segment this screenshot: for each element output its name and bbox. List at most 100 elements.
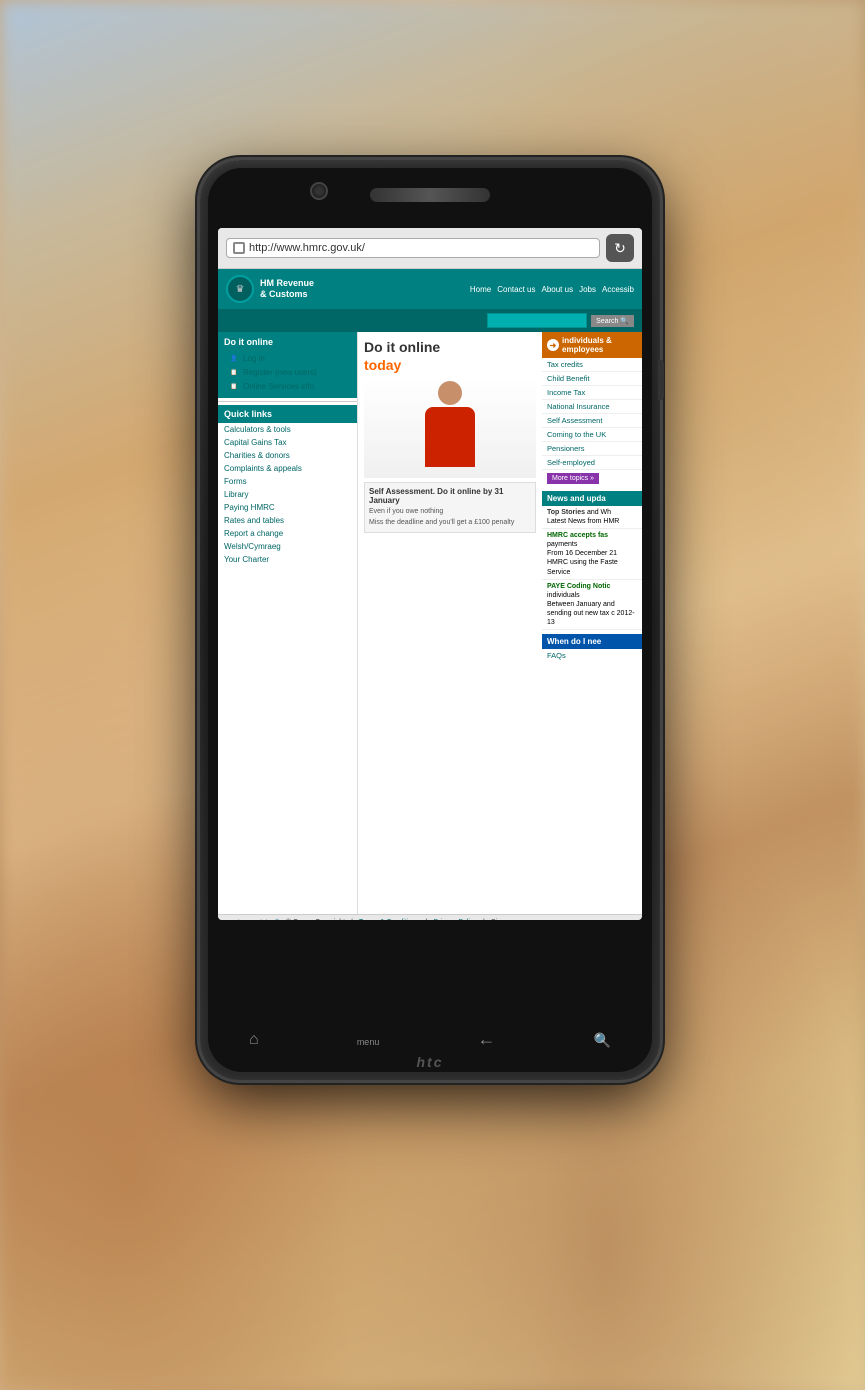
search-bar: Search 🔍 [218,309,642,332]
person-body [425,407,475,467]
htc-logo: htc [417,1054,444,1070]
sa-warning: Miss the deadline and you'll get a £100 … [369,518,531,527]
list-item[interactable]: Complaints & appeals [218,462,357,475]
online-services-link[interactable]: 📋 Online Services info [228,381,347,391]
search-icon: 🔍 [594,1032,611,1048]
search-input[interactable] [487,313,587,328]
search-button[interactable]: Search 🔍 [591,315,634,327]
list-item[interactable]: Calculators & tools [218,423,357,436]
home-button[interactable]: ⌂ [249,1031,259,1049]
hero-image [364,378,536,478]
main-content: Do it online 👤 Log in [218,332,642,914]
logo-text: HM Revenue & Customs [260,278,314,300]
sa-title: Self Assessment. Do it online by 31 Janu… [369,487,531,505]
left-sidebar: Do it online 👤 Log in [218,332,358,914]
site-footer: Business Link 🔗 © Crown Copyright | Term… [218,914,642,920]
list-item[interactable]: Report a change [218,527,357,540]
list-item[interactable]: Welsh/Cymraeg [218,540,357,553]
list-item[interactable]: Pensioners [542,442,642,456]
nav-accessibility[interactable]: Accessib [602,285,634,294]
online-links-list: 👤 Log in 📋 Register (new users) [224,351,351,393]
logo-area: ♛ HM Revenue & Customs [226,275,314,303]
hero-today: today [364,357,401,373]
faqs-link[interactable]: FAQs [542,649,642,662]
footer-copyright: © Crown Copyright [286,919,345,920]
browser-bar: http://www.hmrc.gov.uk/ ↻ [218,228,642,269]
list-item[interactable]: Your Charter [218,553,357,566]
sa-text: Even if you owe nothing [369,507,531,516]
back-button[interactable]: ← [477,1029,495,1050]
person-head [438,381,462,405]
footer-terms[interactable]: Terms & Conditions [359,919,420,920]
list-item[interactable]: Tax credits [542,358,642,372]
list-item: 📋 Register (new users) [224,365,351,379]
home-icon: ⌂ [249,1031,259,1048]
quick-links-title: Quick links [218,405,357,423]
site-header: ♛ HM Revenue & Customs Home Contact us A… [218,269,642,309]
list-item[interactable]: National Insurance [542,400,642,414]
register-icon: 📋 [228,367,240,377]
list-item[interactable]: Self Assessment [542,414,642,428]
footer-separator3: | [483,919,485,920]
list-item: 👤 Log in [224,351,351,365]
back-icon: ← [477,1029,495,1049]
more-topics-button[interactable]: More topics » [547,473,599,484]
website-content: ♛ HM Revenue & Customs Home Contact us A… [218,269,642,920]
individuals-header: ➜ individuals & employees [542,332,642,358]
login-link[interactable]: 👤 Log in [228,353,347,363]
menu-button[interactable]: menu [357,1029,380,1050]
do-it-online-box: Do it online 👤 Log in [218,332,357,398]
when-banner: When do I nee [542,634,642,649]
list-item[interactable]: Charities & donors [218,449,357,462]
footer-more: Si [491,919,497,920]
list-item[interactable]: Income Tax [542,386,642,400]
list-item: 📋 Online Services info [224,379,351,393]
url-text: http://www.hmrc.gov.uk/ [249,242,365,254]
refresh-icon: ↻ [614,240,626,257]
nav-about[interactable]: About us [542,285,574,294]
url-bar[interactable]: http://www.hmrc.gov.uk/ [226,238,600,258]
phone-navigation: ⌂ menu ← 🔍 [200,1029,660,1050]
nav-contact[interactable]: Contact us [497,285,535,294]
list-item[interactable]: Paying HMRC [218,501,357,514]
list-item[interactable]: Self-employed [542,456,642,470]
phone-screen: http://www.hmrc.gov.uk/ ↻ ♛ HM Revenue &… [218,228,642,920]
list-item[interactable]: Child Benefit [542,372,642,386]
footer-business-link[interactable]: Business Link 🔗 [226,919,280,920]
volume-button[interactable] [658,360,664,400]
refresh-button[interactable]: ↻ [606,234,634,262]
camera [310,182,328,200]
person-figure [420,381,480,476]
list-item[interactable]: Forms [218,475,357,488]
quick-links-list: Calculators & tools Capital Gains Tax Ch… [218,423,357,566]
info-icon: 📋 [228,381,240,391]
search-button-nav[interactable]: 🔍 [594,1029,611,1050]
individuals-links: Tax credits Child Benefit Income Tax Nat… [542,358,642,470]
divider [218,401,357,402]
nav-home[interactable]: Home [470,285,491,294]
list-item[interactable]: Capital Gains Tax [218,436,357,449]
right-sidebar: ➜ individuals & employees Tax credits Ch… [542,332,642,914]
nav-jobs[interactable]: Jobs [579,285,596,294]
crown-crest-icon: ♛ [226,275,254,303]
do-it-online-title: Do it online [224,337,351,347]
top-nav: Home Contact us About us Jobs Accessib [470,285,634,294]
arrow-icon: ➜ [547,339,559,351]
menu-label: menu [357,1037,380,1047]
url-icon [233,242,245,254]
list-item[interactable]: Rates and tables [218,514,357,527]
speaker-grill [370,188,490,202]
footer-privacy[interactable]: Privacy Policy [433,919,477,920]
news-item-1: Top Stories and Wh Latest News from HMR [542,506,642,529]
hero-title: Do it online today [364,338,536,374]
list-item[interactable]: Library [218,488,357,501]
news-header: News and upda [542,491,642,506]
register-link[interactable]: 📋 Register (new users) [228,367,347,377]
footer-separator2: | [426,919,428,920]
list-item[interactable]: Coming to the UK [542,428,642,442]
footer-separator: | [351,919,353,920]
center-content: Do it online today Self Assessment. Do i… [358,332,542,914]
self-assessment-box: Self Assessment. Do it online by 31 Janu… [364,482,536,532]
phone-device: http://www.hmrc.gov.uk/ ↻ ♛ HM Revenue &… [200,160,660,1080]
news-item-2: HMRC accepts fas payments From 16 Decemb… [542,529,642,579]
